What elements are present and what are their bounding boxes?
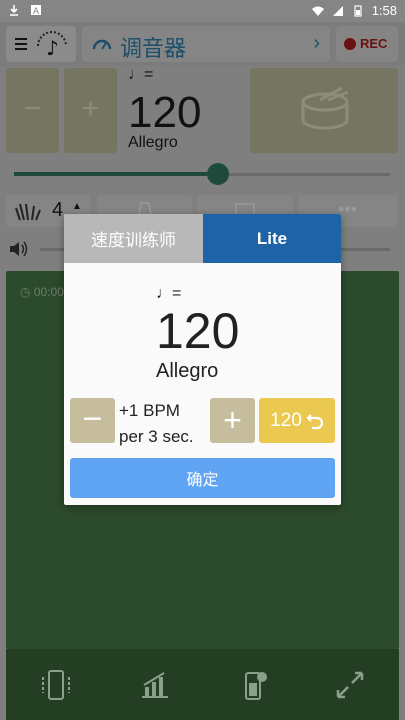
dialog-tempo-name: Allegro <box>156 360 219 382</box>
stats-chart-icon[interactable] <box>136 667 172 703</box>
svg-text:A: A <box>33 6 39 16</box>
reset-tempo-button[interactable]: 120 <box>259 398 335 443</box>
tempo-bpm-value[interactable]: 120 <box>128 88 201 138</box>
speedometer-icon <box>92 39 112 50</box>
app-notification-icon: A <box>31 5 41 16</box>
speed-trainer-dialog: 速度训练师 Lite ♩= 120 Allegro − +1 BPM per 3… <box>64 214 341 505</box>
undo-arrow-icon <box>306 413 323 429</box>
tempo-note-symbol: ♩= <box>128 66 154 83</box>
dialog-bpm-value: 120 <box>156 303 240 359</box>
status-time: 1:58 <box>371 3 397 18</box>
wifi-icon <box>311 6 324 16</box>
record-button[interactable]: REC <box>336 26 398 62</box>
tempo-slider-thumb[interactable] <box>207 163 229 185</box>
svg-text:♪: ♪ <box>46 36 59 60</box>
clock-icon: ◷ <box>20 285 31 299</box>
chevron-right-icon: › <box>313 32 320 54</box>
drum-button[interactable] <box>250 68 398 153</box>
tab-speed-trainer[interactable]: 速度训练师 <box>64 214 203 263</box>
menu-icon <box>15 38 27 50</box>
menu-button[interactable]: ♪ <box>6 26 76 62</box>
tab-lite[interactable]: Lite <box>203 214 341 263</box>
tempo-plus-button[interactable]: + <box>64 68 117 153</box>
tempo-minus-button[interactable]: − <box>6 68 59 153</box>
volume-icon[interactable] <box>8 240 30 258</box>
confirm-button[interactable]: 确定 <box>70 458 335 498</box>
dialog-tabs: 速度训练师 Lite <box>64 214 341 263</box>
record-label: REC <box>360 36 388 51</box>
top-toolbar: ♪ 调音器 › REC <box>0 22 405 66</box>
tuner-title-button[interactable]: 调音器 › <box>82 26 330 62</box>
signal-icon <box>332 5 343 16</box>
metronome-logo-icon: ♪ <box>37 31 67 60</box>
reset-value: 120 <box>270 409 302 431</box>
beats-spinner-icon: ▲ <box>72 201 82 212</box>
clap-hands-icon <box>15 203 41 221</box>
dialog-note-symbol: ♩= <box>156 285 182 302</box>
tempo-slider-fill <box>14 172 219 176</box>
status-bar: A 1:58 <box>0 0 405 22</box>
page-title: 调音器 <box>120 37 187 62</box>
minus-label: − <box>23 92 42 125</box>
tempo-name: Allegro <box>128 134 178 151</box>
battery-settings-icon[interactable] <box>236 667 272 703</box>
increment-interval: per 3 sec. <box>119 427 194 446</box>
increment-minus-button[interactable]: − <box>70 398 115 443</box>
increment-amount: +1 BPM <box>119 401 180 420</box>
battery-icon <box>354 4 362 17</box>
plus-label: + <box>81 92 100 125</box>
fullscreen-icon[interactable] <box>332 667 368 703</box>
increment-plus-button[interactable]: + <box>210 398 255 443</box>
drum-icon <box>301 86 349 130</box>
beats-count: 4 <box>52 199 64 221</box>
bottom-toolbar <box>6 649 399 720</box>
timer-value: 00:00 <box>33 285 64 299</box>
session-timer: ◷ 00:00 <box>20 285 64 299</box>
record-icon <box>344 38 356 50</box>
vibrate-icon[interactable] <box>38 667 74 703</box>
download-icon <box>10 5 18 16</box>
